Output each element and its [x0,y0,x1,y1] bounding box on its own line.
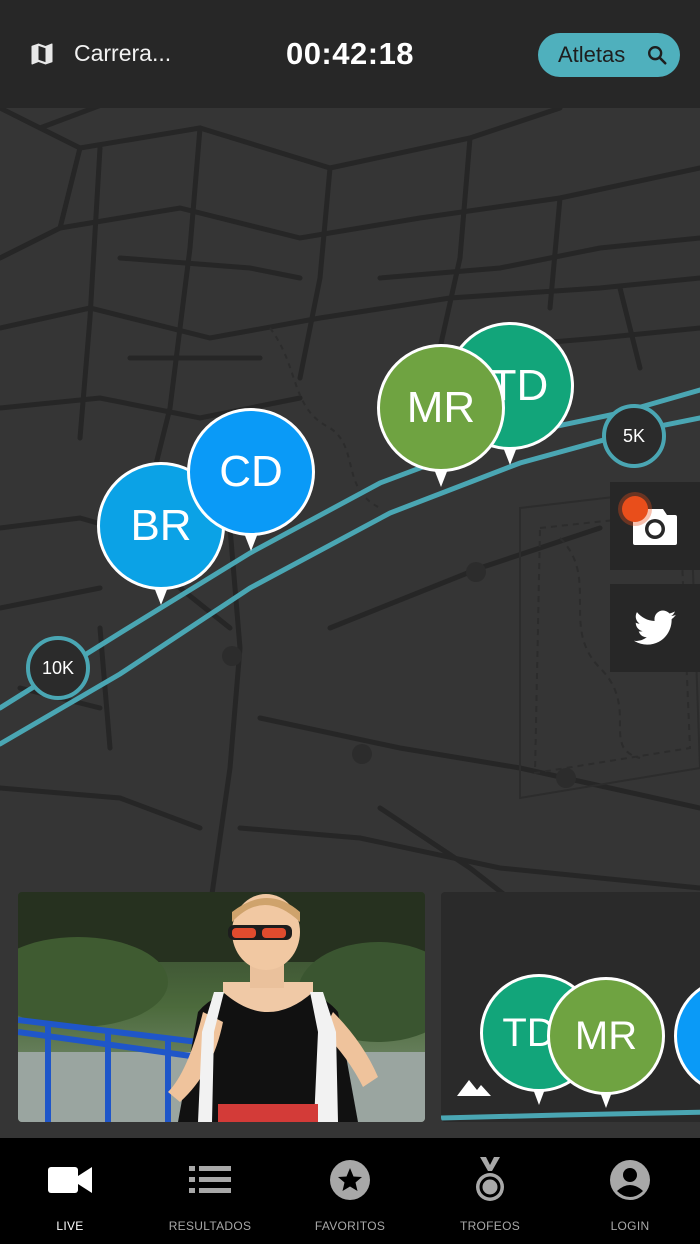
nav-trofeos[interactable]: TROFEOS [420,1138,560,1244]
nav-live[interactable]: LIVE [0,1138,140,1244]
search-icon [648,46,667,65]
user-icon [608,1158,652,1202]
map-icon [31,43,53,65]
nav-label: RESULTADOS [168,1219,252,1233]
mini-map-card[interactable]: TD MR [441,892,700,1122]
race-timer: 00:42:18 [285,36,415,71]
camera-button[interactable] [610,482,700,570]
top-bar: Carrera... 00:42:18 Atletas [0,0,700,108]
athlete-pin-initials: BR [130,501,192,550]
video-camera-icon [48,1158,92,1202]
map-toggle-button[interactable] [28,40,56,68]
twitter-button[interactable] [610,584,700,672]
athlete-pin-initials: MR [406,383,476,432]
km-marker-label: 10K [41,657,75,678]
km-marker-10k[interactable]: 10K [26,636,90,700]
app-screen: TD MR BR CD 5K 10K Carrera... 00:42:18 A… [0,0,700,1244]
nav-resultados[interactable]: RESULTADOS [140,1138,280,1244]
bottom-navigation: LIVE RESULTADOS FAVORITOS TROFEOS LOGIN [0,1138,700,1244]
nav-favoritos[interactable]: FAVORITOS [280,1138,420,1244]
race-name[interactable]: Carrera... [74,40,171,67]
athlete-pin-initials: MR [574,1013,638,1058]
mini-athlete-pin-mr[interactable]: MR [547,977,665,1108]
athlete-pin-cd[interactable]: CD [187,408,315,551]
nav-label: TROFEOS [459,1219,521,1233]
recording-indicator [622,496,648,522]
twitter-icon [634,610,676,645]
nav-label: FAVORITOS [314,1219,386,1233]
list-icon [188,1158,232,1202]
medal-icon [468,1157,512,1202]
nav-label: LIVE [56,1219,84,1233]
athlete-photo [18,892,425,1122]
km-marker-label: 5K [622,425,646,446]
athletes-search-button[interactable]: Atletas [538,33,680,77]
km-marker-5k[interactable]: 5K [602,404,666,468]
athlete-pin-initials: CD [219,447,283,496]
star-icon [328,1158,372,1202]
athletes-label: Atletas [558,42,626,67]
elevation-icon [457,1080,491,1096]
athlete-photo-card[interactable] [18,892,425,1122]
nav-label: LOGIN [610,1219,650,1233]
nav-login[interactable]: LOGIN [560,1138,700,1244]
athlete-pin-mr[interactable]: MR [377,344,505,487]
